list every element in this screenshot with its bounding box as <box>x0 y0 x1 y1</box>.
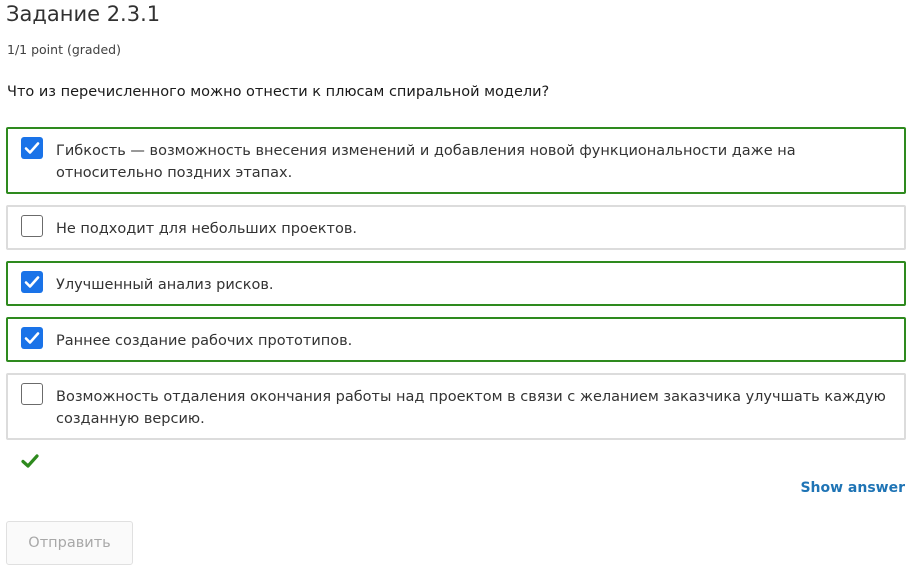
option-1[interactable]: Гибкость — возможность внесения изменени… <box>6 127 906 194</box>
option-label: Раннее создание рабочих прототипов. <box>56 333 353 349</box>
points-label: 1/1 point (graded) <box>7 42 121 57</box>
checkbox-checked-icon[interactable] <box>21 137 43 159</box>
question-text: Что из перечисленного можно отнести к пл… <box>7 84 550 100</box>
checkbox-unchecked-icon[interactable] <box>21 215 43 237</box>
option-4[interactable]: Раннее создание рабочих прототипов. <box>6 317 906 362</box>
option-label: Возможность отдаления окончания работы н… <box>56 389 886 427</box>
problem-title: Задание 2.3.1 <box>6 2 161 26</box>
option-label: Гибкость — возможность внесения изменени… <box>56 143 796 181</box>
option-label: Не подходит для небольших проектов. <box>56 221 358 237</box>
checkbox-unchecked-icon[interactable] <box>21 383 43 405</box>
option-5[interactable]: Возможность отдаления окончания работы н… <box>6 373 906 440</box>
option-label: Улучшенный анализ рисков. <box>56 277 274 293</box>
checkmark-icon <box>21 453 39 473</box>
option-2[interactable]: Не подходит для небольших проектов. <box>6 205 906 250</box>
option-3[interactable]: Улучшенный анализ рисков. <box>6 261 906 306</box>
submit-button[interactable]: Отправить <box>6 521 133 565</box>
checkbox-checked-icon[interactable] <box>21 271 43 293</box>
checkbox-checked-icon[interactable] <box>21 327 43 349</box>
show-answer-link[interactable]: Show answer <box>800 480 905 496</box>
